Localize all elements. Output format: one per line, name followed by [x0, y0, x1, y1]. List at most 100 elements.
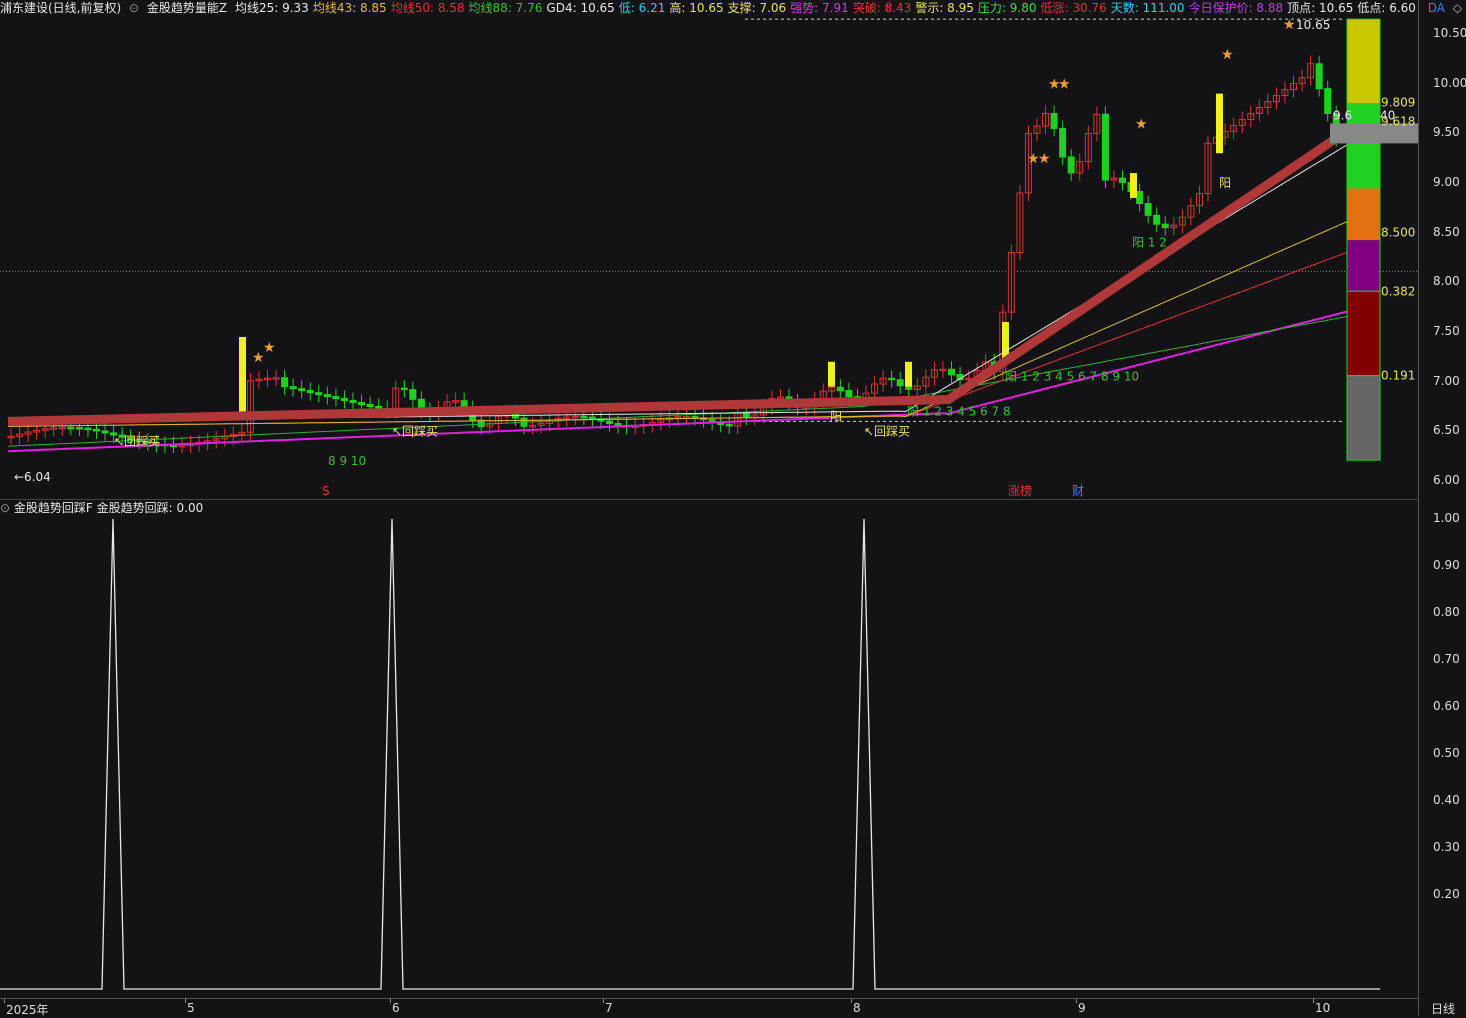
- collapse-icon[interactable]: ⊙: [0, 501, 10, 515]
- time-tick: [1076, 999, 1077, 1003]
- fib-level-label: 8.500: [1381, 226, 1415, 240]
- time-tick-label: 2025年: [6, 1003, 49, 1017]
- indicator-tick-label: 1.00: [1433, 511, 1460, 525]
- candle-body: [289, 386, 297, 390]
- candle-body: [1050, 113, 1058, 129]
- candle-body: [1144, 203, 1152, 216]
- period-label[interactable]: 日线: [1431, 1000, 1455, 1017]
- indicator-value-label: 金股趋势回踩:: [96, 501, 173, 515]
- time-tick: [603, 999, 604, 1003]
- price-chart[interactable]: ←6.04 10.65 ↖回踩买 ↖回踩买 ↖回踩买 8 9 10 阳 1 2 3 4 5 …: [0, 17, 1418, 499]
- fib-zone: [1346, 290, 1381, 377]
- candle-body: [358, 402, 366, 406]
- trend-band: [7, 113, 1371, 426]
- time-tick: [851, 999, 852, 1003]
- candle-body: [315, 392, 323, 396]
- time-axis[interactable]: 2025年 5 6 7 8 9 10: [0, 998, 1418, 1017]
- candle-body: [691, 416, 699, 419]
- fib-zone: [1346, 18, 1381, 105]
- header-field: 顶点: 10.65: [1287, 1, 1354, 15]
- indicator-value: 0.00: [176, 501, 204, 515]
- candle-body: [580, 415, 588, 419]
- person-icon: ★: [263, 340, 276, 356]
- candle-body: [400, 387, 408, 391]
- candle-body: [1153, 214, 1161, 225]
- price-tick-label: 9.50: [1433, 125, 1460, 140]
- indicator-tick-label: 0.80: [1433, 605, 1460, 619]
- candle-body: [332, 396, 340, 400]
- count-sequence: 阳 1 2 3 4 5 6 7 8 9 10: [1005, 370, 1139, 384]
- candle-body: [298, 388, 306, 392]
- candle-body: [742, 412, 750, 418]
- header-field: 突破: 8.43: [852, 1, 912, 15]
- candle-body: [1324, 88, 1332, 114]
- indicator-tick-label: 0.90: [1433, 558, 1460, 572]
- ma88-line: [7, 312, 1368, 447]
- time-tick-label: 7: [605, 1001, 613, 1015]
- header-field: GD4: 10.65: [546, 1, 615, 15]
- candle-body: [614, 423, 622, 426]
- time-tick-label: 10: [1315, 1001, 1331, 1015]
- low-mark-label: ←6.04: [14, 470, 51, 484]
- indicator-tick-label: 0.20: [1433, 887, 1460, 901]
- candle-body: [1161, 223, 1169, 229]
- collapse-icon[interactable]: ⊙: [129, 1, 139, 15]
- person-icon: ★: [1058, 77, 1071, 93]
- price-tick-label: 6.00: [1433, 473, 1460, 487]
- candle-body: [1119, 177, 1126, 183]
- indicator-name[interactable]: 金股趋势回踩F: [14, 501, 93, 515]
- buy-signal-label: ↖回踩买: [392, 424, 438, 438]
- price-tick-label: 6.50: [1433, 423, 1460, 438]
- event-tag: 涨榜: [1008, 483, 1032, 498]
- header-field: 均线88: 7.76: [468, 1, 543, 15]
- count-sequence: 阳 1 2: [1132, 236, 1167, 250]
- signal-bar: [1130, 173, 1137, 198]
- pullback-signal-line: [0, 518, 1380, 990]
- header-field: 压力: 9.80: [977, 1, 1037, 15]
- candle-body: [606, 420, 613, 425]
- header-field: 低点: 6.60: [1357, 1, 1416, 15]
- header-field: 低: 6.21: [618, 1, 666, 15]
- fib-small-label: 9.6: [1333, 108, 1352, 122]
- price-tick-label: 10.50: [1433, 26, 1466, 40]
- stock-title[interactable]: 浦东建设(日线,前复权): [0, 1, 121, 15]
- price-tick-label: 8.50: [1433, 224, 1460, 239]
- indicator-tick-label: 0.60: [1433, 699, 1460, 713]
- candle-body: [323, 394, 331, 398]
- indicator-bar: ⊙ 金股趋势回踩F 金股趋势回踩: 0.00: [0, 499, 1418, 516]
- signal-bar: [239, 336, 246, 417]
- time-tick-label: 6: [392, 1001, 400, 1015]
- ma-magenta-line: [7, 305, 1368, 453]
- fib-small-label: 40: [1380, 108, 1395, 122]
- signal-bar: [905, 361, 912, 387]
- event-tag: 财: [1072, 484, 1084, 498]
- indicator-tick-label: 0.30: [1433, 840, 1460, 854]
- price-axis[interactable]: 10.50 10.00 9.50 9.00 8.50 8.00 7.50 7.00 6.50 6.…: [1418, 0, 1466, 1017]
- ma50-line: [7, 244, 1368, 427]
- time-tick: [185, 999, 186, 1003]
- yang-label: 阳: [830, 409, 842, 423]
- candle-body: [836, 386, 844, 392]
- candle-body: [896, 379, 904, 387]
- fib-zone: [1346, 239, 1381, 292]
- high-mark-label: 10.65: [1296, 18, 1330, 32]
- signal-bar: [828, 361, 835, 387]
- indicator-name[interactable]: 金股趋势量能Z: [147, 1, 227, 15]
- header-field: 支撑: 7.06: [727, 1, 787, 15]
- candle-body: [84, 427, 92, 431]
- candle-body: [306, 390, 314, 394]
- header-field: 高: 10.65: [669, 1, 724, 15]
- chart-header: 浦东建设(日线,前复权) ⊙ 金股趋势量能Z 均线25: 9.33 均线43: 8…: [0, 0, 1466, 17]
- fib-zone: [1346, 187, 1381, 241]
- candle-body: [340, 398, 348, 402]
- indicator-chart[interactable]: [0, 515, 1418, 998]
- fib-level-label: 0.191: [1381, 369, 1415, 383]
- person-icon: ★: [1135, 116, 1148, 132]
- indicator-tick-label: 0.70: [1433, 652, 1460, 666]
- count-sequence: 阳 1 2 3 4 5 6 7 8: [907, 404, 1011, 418]
- candle-body: [409, 389, 417, 400]
- header-field: 今日保护价: 8.88: [1188, 1, 1284, 15]
- indicator-tick-label: 0.40: [1433, 793, 1460, 807]
- candle-body: [948, 368, 955, 376]
- time-tick: [390, 999, 391, 1003]
